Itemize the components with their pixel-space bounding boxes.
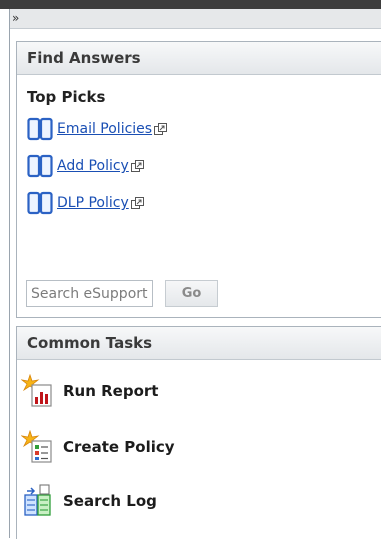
- link-email-policies[interactable]: Email Policies: [27, 117, 168, 141]
- create-policy-icon: [21, 430, 52, 463]
- task-create-policy[interactable]: Create Policy: [21, 428, 175, 466]
- link-dlp-policy[interactable]: DLP Policy: [27, 191, 144, 215]
- collapse-strip: »: [10, 9, 381, 29]
- report-icon: [21, 374, 52, 407]
- link-add-policy[interactable]: Add Policy: [27, 154, 144, 178]
- search-esupport-input[interactable]: [26, 280, 153, 307]
- book-icon: [27, 117, 53, 141]
- task-label[interactable]: Search Log: [63, 492, 157, 510]
- find-answers-header[interactable]: Find Answers: [17, 42, 381, 75]
- task-label[interactable]: Create Policy: [63, 438, 175, 456]
- go-button[interactable]: Go: [165, 280, 218, 307]
- find-answers-panel: Find Answers Top Picks Email Policies Ad…: [16, 41, 381, 318]
- external-link-icon: [130, 196, 144, 209]
- find-answers-title: Find Answers: [27, 49, 141, 67]
- side-panel: » Find Answers Top Picks Email Policies: [9, 9, 381, 539]
- book-icon: [27, 191, 53, 215]
- link-label[interactable]: Email Policies: [57, 121, 152, 137]
- task-search-log[interactable]: Search Log: [21, 482, 157, 520]
- collapse-button[interactable]: »: [12, 10, 28, 26]
- common-tasks-title: Common Tasks: [27, 334, 153, 352]
- common-tasks-panel: Common Tasks Run Report Create Policy Se…: [16, 326, 381, 539]
- top-picks-heading: Top Picks: [27, 88, 106, 106]
- external-link-icon: [130, 159, 144, 172]
- link-label[interactable]: DLP Policy: [57, 195, 129, 211]
- external-link-icon: [154, 122, 168, 135]
- search-log-icon: [24, 484, 51, 516]
- task-run-report[interactable]: Run Report: [21, 372, 158, 410]
- window-top-bar: [0, 0, 381, 9]
- book-icon: [27, 154, 53, 178]
- link-label[interactable]: Add Policy: [57, 158, 129, 174]
- task-label[interactable]: Run Report: [63, 382, 158, 400]
- common-tasks-header[interactable]: Common Tasks: [17, 327, 381, 360]
